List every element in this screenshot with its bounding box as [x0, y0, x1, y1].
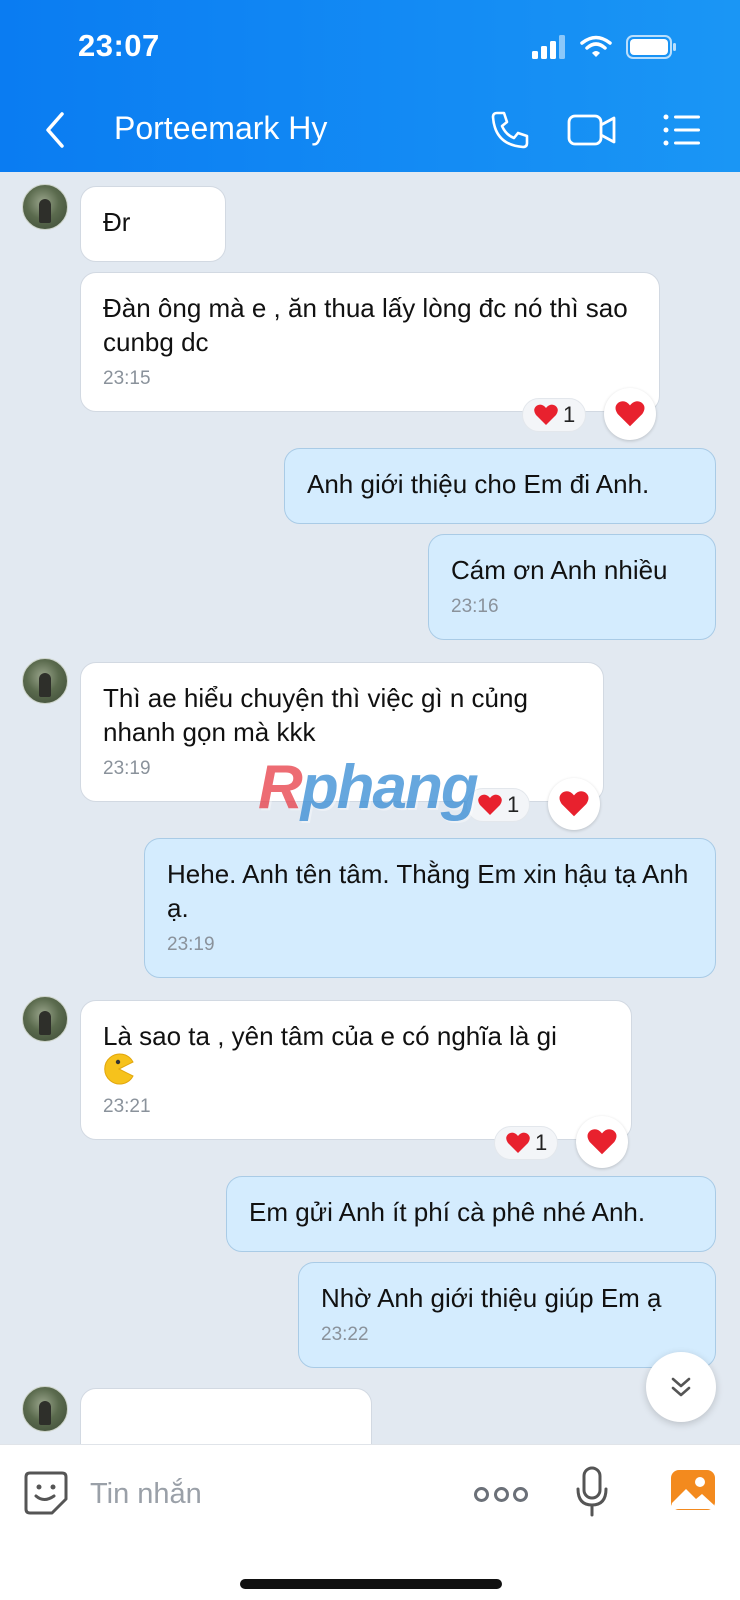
image-gallery-icon — [671, 1470, 715, 1510]
message-text: Hehe. Anh tên tâm. Thằng Em xin hậu tạ A… — [167, 859, 689, 923]
message-time: 23:15 — [103, 368, 151, 389]
avatar[interactable] — [22, 184, 68, 230]
message-composer — [0, 1444, 740, 1600]
dot-icon — [513, 1486, 528, 1502]
microphone-icon — [576, 1466, 608, 1517]
react-button[interactable] — [548, 778, 600, 830]
video-camera-icon — [567, 114, 616, 146]
voice-record-button[interactable] — [574, 1465, 610, 1519]
message-input[interactable] — [90, 1469, 430, 1519]
heart-icon — [615, 401, 645, 427]
more-options-button[interactable] — [474, 1479, 528, 1509]
message-bubble-incoming[interactable] — [80, 1388, 372, 1444]
message-text: Anh giới thiệu cho Em đi Anh. — [307, 469, 650, 499]
message-text: Nhờ Anh giới thiệu giúp Em ạ — [321, 1283, 662, 1313]
home-indicator — [240, 1579, 502, 1589]
chat-header: 23:07 Porteemark Hy — [0, 0, 740, 172]
video-call-button[interactable] — [566, 108, 618, 152]
message-text: Là sao ta , yên tâm của e có nghĩa là gi — [103, 1021, 557, 1051]
status-icons — [532, 34, 678, 60]
message-time: 23:22 — [321, 1324, 369, 1345]
double-chevron-down-icon — [671, 1377, 691, 1397]
avatar[interactable] — [22, 1386, 68, 1432]
message-text: Cám ơn Anh nhiều — [451, 555, 668, 585]
chat-title[interactable]: Porteemark Hy — [114, 110, 327, 147]
wifi-icon — [580, 35, 612, 57]
avatar[interactable] — [22, 658, 68, 704]
chevron-left-icon — [46, 112, 64, 148]
message-text: Em gửi Anh ít phí cà phê nhé Anh. — [249, 1197, 646, 1227]
heart-icon — [587, 1129, 617, 1155]
message-bubble-incoming[interactable]: Là sao ta , yên tâm của e có nghĩa là gi… — [80, 1000, 632, 1140]
sticker-smile-icon — [24, 1471, 68, 1515]
message-time: 23:16 — [451, 596, 499, 617]
scroll-to-bottom-button[interactable] — [646, 1352, 716, 1422]
message-bubble-outgoing[interactable]: Hehe. Anh tên tâm. Thằng Em xin hậu tạ A… — [144, 838, 716, 978]
message-text: Thì ae hiểu chuyện thì việc gì n củng nh… — [103, 683, 528, 747]
dot-icon — [493, 1486, 509, 1502]
heart-icon — [506, 1132, 530, 1153]
image-gallery-button[interactable] — [670, 1469, 716, 1511]
watermark-logo: Rphang — [258, 753, 479, 822]
heart-icon — [534, 404, 558, 425]
list-menu-icon — [663, 114, 700, 146]
voice-call-button[interactable] — [484, 108, 536, 152]
message-bubble-outgoing[interactable]: Cám ơn Anh nhiều 23:16 — [428, 534, 716, 640]
reaction-count-badge[interactable]: 1 — [494, 1126, 559, 1160]
reaction-count: 1 — [535, 1130, 548, 1155]
heart-icon — [559, 791, 589, 817]
back-button[interactable] — [36, 108, 76, 152]
avatar[interactable] — [22, 996, 68, 1042]
status-time: 23:07 — [78, 28, 160, 63]
reaction-count: 1 — [563, 402, 576, 427]
message-text: Đàn ông mà e , ăn thua lấy lòng đc nó th… — [103, 293, 628, 357]
message-time: 23:21 — [103, 1096, 151, 1117]
sticker-button[interactable] — [22, 1469, 70, 1517]
heart-icon — [478, 794, 502, 815]
message-bubble-incoming[interactable]: Đr — [80, 186, 226, 262]
menu-button[interactable] — [656, 108, 708, 152]
react-button[interactable] — [604, 388, 656, 440]
dot-icon — [474, 1486, 489, 1502]
message-time: 23:19 — [167, 934, 215, 955]
message-bubble-incoming[interactable]: Đàn ông mà e , ăn thua lấy lòng đc nó th… — [80, 272, 660, 412]
message-text: Đr — [103, 207, 131, 237]
message-bubble-outgoing[interactable]: Nhờ Anh giới thiệu giúp Em ạ 23:22 — [298, 1262, 716, 1368]
react-button[interactable] — [576, 1116, 628, 1168]
reaction-count: 1 — [507, 792, 520, 817]
pacman-emoji-icon — [104, 1053, 134, 1085]
battery-icon — [626, 35, 676, 59]
message-bubble-outgoing[interactable]: Em gửi Anh ít phí cà phê nhé Anh. — [226, 1176, 716, 1252]
phone-icon — [491, 111, 529, 149]
message-bubble-outgoing[interactable]: Anh giới thiệu cho Em đi Anh. — [284, 448, 716, 524]
signal-icon — [532, 35, 565, 59]
reaction-count-badge[interactable]: 1 — [522, 398, 587, 432]
